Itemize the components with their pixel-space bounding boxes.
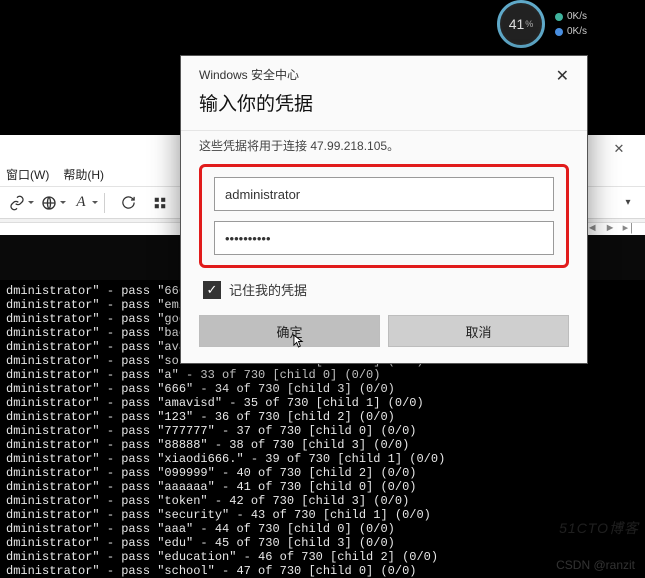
download-rate: 0K/s (567, 26, 587, 37)
globe-icon[interactable] (38, 192, 60, 214)
speed-percent-value: 41 (509, 16, 525, 32)
menu-help[interactable]: 帮助(H) (63, 166, 104, 183)
checkbox-icon[interactable]: ✓ (203, 281, 221, 299)
upload-dot-icon (555, 13, 563, 21)
speed-percent-unit: % (525, 19, 533, 29)
cancel-button[interactable]: 取消 (388, 315, 569, 347)
dialog-title: 输入你的凭据 (199, 89, 313, 116)
refresh-icon[interactable] (117, 192, 139, 214)
menu-window[interactable]: 窗口(W) (6, 166, 49, 183)
font-icon[interactable]: A (70, 192, 92, 214)
watermark-51cto: 51CTO博客 (559, 518, 639, 538)
watermark-csdn: CSDN @ranzit (556, 558, 635, 572)
upload-rate: 0K/s (567, 11, 587, 22)
grid-icon[interactable] (149, 192, 171, 214)
network-speed-widget: 41% 0K/s 0K/s (497, 0, 617, 48)
ok-button[interactable]: 确定 (199, 315, 380, 347)
remember-checkbox-row[interactable]: ✓ 记住我的凭据 (203, 280, 569, 299)
toolbar-separator (104, 193, 105, 213)
nav-arrows[interactable]: ◄ ► ▸| (587, 219, 645, 234)
dialog-subtitle: Windows 安全中心 (199, 66, 313, 83)
download-dot-icon (555, 28, 563, 36)
remember-label: 记住我的凭据 (229, 280, 307, 299)
username-field[interactable] (214, 177, 554, 211)
close-window-button[interactable]: ✕ (599, 137, 639, 161)
link-icon[interactable] (6, 192, 28, 214)
highlight-box (199, 164, 569, 268)
cancel-button-label: 取消 (465, 322, 491, 341)
cursor-icon (293, 334, 304, 349)
speed-percent-circle: 41% (497, 0, 545, 48)
toolbar-dropdown[interactable]: ▾ (619, 194, 637, 212)
credentials-dialog: Windows 安全中心 输入你的凭据 ✕ 这些凭据将用于连接 47.99.21… (180, 55, 588, 364)
password-field[interactable] (214, 221, 554, 255)
dialog-message: 这些凭据将用于连接 47.99.218.105。 (199, 137, 569, 154)
dialog-close-button[interactable]: ✕ (552, 66, 573, 86)
